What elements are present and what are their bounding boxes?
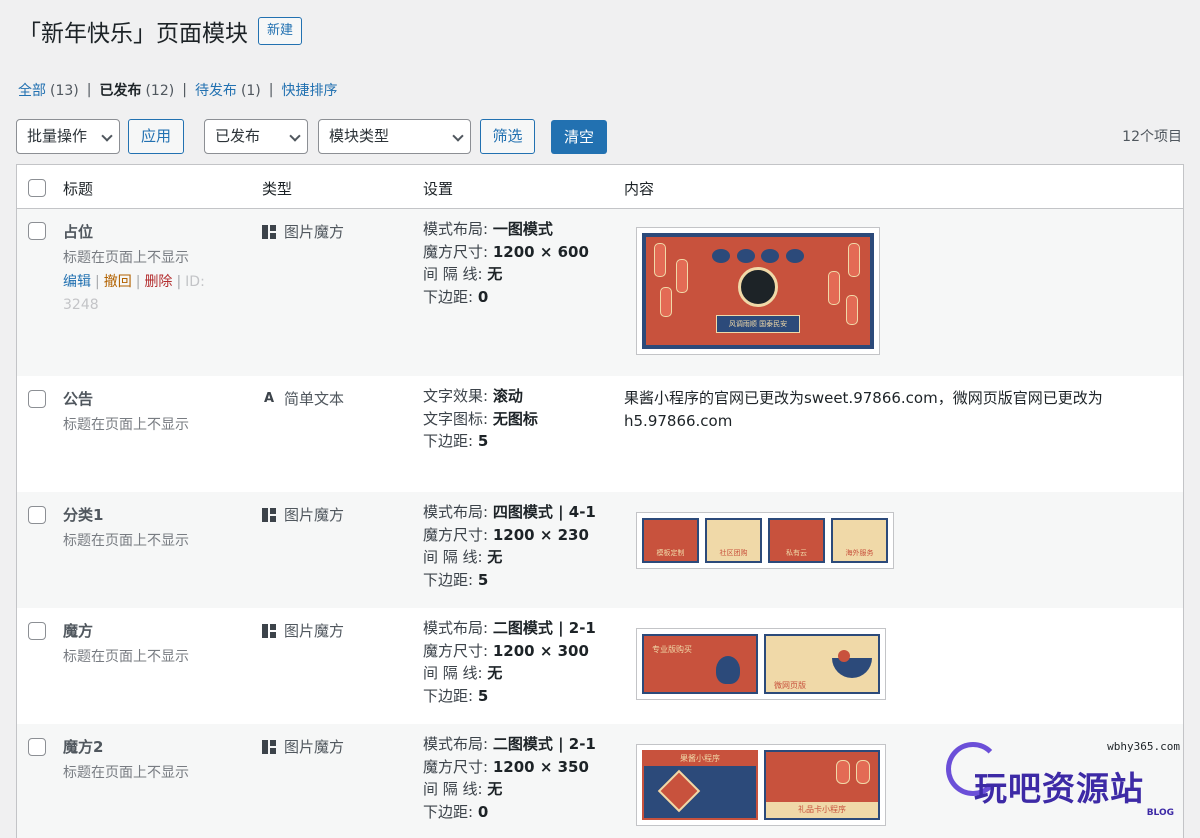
site-watermark: wbhy365.com 玩吧资源站 BLOG (944, 732, 1184, 824)
edit-link[interactable]: 编辑 (63, 274, 91, 290)
row-settings: 模式布局: 一图模式 魔方尺寸: 1200 × 600 间 隔 线: 无 下边距… (423, 220, 589, 306)
category-tile: 私有云 (768, 518, 825, 563)
column-type: 类型 (262, 180, 293, 198)
title-hidden-hint: 标题在页面上不显示 (63, 250, 189, 266)
category-tile: 模板定制 (642, 518, 699, 563)
table-header: 标题 类型 设置 内容 (17, 165, 1183, 209)
grid-icon (262, 623, 276, 638)
row-settings: 模式布局: 二图模式 | 2-1 魔方尺寸: 1200 × 300 间 隔 线:… (423, 619, 596, 705)
title-hidden-hint: 标题在页面上不显示 (63, 765, 189, 781)
page-title: 「新年快乐」页面模块 (18, 21, 248, 47)
table-toolbar: 批量操作 应用 已发布 模块类型 筛选 清空 12个项目 (16, 118, 1184, 156)
table-row: 魔方 标题在页面上不显示 图片魔方 模式布局: 二图模式 | 2-1 魔方尺寸:… (17, 608, 1183, 724)
row-title[interactable]: 占位 (63, 221, 93, 242)
separator: | (268, 82, 274, 98)
chevron-down-icon (289, 130, 301, 142)
row-title[interactable]: 魔方 (63, 620, 93, 641)
title-hidden-hint: 标题在页面上不显示 (63, 649, 189, 665)
apply-button[interactable]: 应用 (128, 119, 184, 154)
row-actions: 编辑 | 撤回 | 删除 | ID: 3248 (63, 274, 205, 313)
column-title[interactable]: 标题 (63, 178, 93, 199)
revert-link[interactable]: 撤回 (104, 274, 132, 290)
filter-button[interactable]: 筛选 (480, 119, 535, 154)
row-checkbox[interactable] (28, 222, 46, 240)
row-type: 图片魔方 (262, 221, 344, 242)
text-icon: A (263, 391, 275, 406)
row-settings: 模式布局: 二图模式 | 2-1 魔方尺寸: 1200 × 350 间 隔 线:… (423, 735, 596, 821)
magic-tile: 果酱小程序 (642, 750, 758, 820)
category-thumbnail[interactable]: 模板定制 社区团购 私有云 海外服务 (636, 512, 894, 569)
announcement-content: 果酱小程序的官网已更改为sweet.97866.com，微网页版官网已更改为h5… (624, 389, 1103, 430)
chevron-down-icon (101, 130, 113, 142)
row-settings: 文字效果: 滚动 文字图标: 无图标 下边距: 5 (423, 387, 538, 451)
magic-tile: 礼品卡小程序 (764, 750, 880, 820)
clear-button[interactable]: 清空 (551, 120, 607, 154)
grid-icon (262, 739, 276, 754)
row-checkbox[interactable] (28, 390, 46, 408)
title-hidden-hint: 标题在页面上不显示 (63, 533, 189, 549)
row-type: A 简单文本 (263, 390, 345, 408)
select-all-checkbox[interactable] (28, 179, 46, 197)
magic-tile: 微网页版 (764, 634, 880, 694)
column-content: 内容 (624, 180, 655, 198)
row-checkbox[interactable] (28, 622, 46, 640)
watermark-name: 玩吧资源站 (974, 769, 1144, 808)
filter-quick-sort[interactable]: 快捷排序 (282, 80, 338, 100)
row-checkbox[interactable] (28, 506, 46, 524)
title-hidden-hint: 标题在页面上不显示 (63, 417, 189, 433)
bulk-actions-select[interactable]: 批量操作 (16, 119, 120, 154)
table-row: 占位 标题在页面上不显示 编辑 | 撤回 | 删除 | ID: 3248 图片魔方 模式布局… (17, 209, 1183, 376)
row-settings: 模式布局: 四图模式 | 4-1 魔方尺寸: 1200 × 230 间 隔 线:… (423, 503, 596, 589)
page-header: 「新年快乐」页面模块 新建 (18, 14, 303, 48)
magic-cube-2-thumbnail[interactable]: 果酱小程序 礼品卡小程序 (636, 744, 886, 826)
row-type: 图片魔方 (262, 504, 344, 525)
separator: | (86, 82, 92, 98)
banner-caption: 风调雨顺 国泰民安 (716, 315, 800, 333)
separator: | (182, 82, 187, 98)
filter-pending[interactable]: 待发布 (1) (195, 80, 261, 100)
module-type-select[interactable]: 模块类型 (318, 119, 471, 154)
watermark-url: wbhy365.com (1107, 740, 1180, 753)
table-row: 公告 标题在页面上不显示 A 简单文本 文字效果: 滚动 文字图标: 无图标 下… (17, 376, 1183, 492)
row-type: 图片魔方 (262, 736, 344, 757)
magic-cube-thumbnail[interactable]: 专业版购买 微网页版 (636, 628, 886, 700)
category-tile: 海外服务 (831, 518, 888, 563)
row-checkbox[interactable] (28, 738, 46, 756)
filter-all[interactable]: 全部 (13) (18, 80, 79, 100)
row-type: 图片魔方 (262, 620, 344, 641)
row-title[interactable]: 魔方2 (63, 736, 103, 757)
row-title[interactable]: 分类1 (63, 504, 103, 525)
watermark-blog: BLOG (1146, 808, 1174, 818)
column-settings: 设置 (423, 180, 454, 198)
status-select[interactable]: 已发布 (204, 119, 308, 154)
grid-icon (262, 507, 276, 522)
new-button[interactable]: 新建 (258, 17, 303, 45)
chevron-down-icon (452, 130, 464, 142)
item-count: 12个项目 (1122, 129, 1182, 145)
grid-icon (262, 224, 276, 239)
category-tile: 社区团购 (705, 518, 762, 563)
banner-thumbnail[interactable]: 风调雨顺 国泰民安 (636, 227, 880, 355)
status-filters: 全部 (13) | 已发布 (12) | 待发布 (1) | 快捷排序 (18, 80, 338, 100)
table-row: 分类1 标题在页面上不显示 图片魔方 模式布局: 四图模式 | 4-1 魔方尺寸… (17, 492, 1183, 608)
row-title[interactable]: 公告 (63, 388, 93, 409)
filter-published[interactable]: 已发布 (12) (99, 80, 174, 100)
magic-tile: 专业版购买 (642, 634, 758, 694)
delete-link[interactable]: 删除 (144, 274, 172, 290)
